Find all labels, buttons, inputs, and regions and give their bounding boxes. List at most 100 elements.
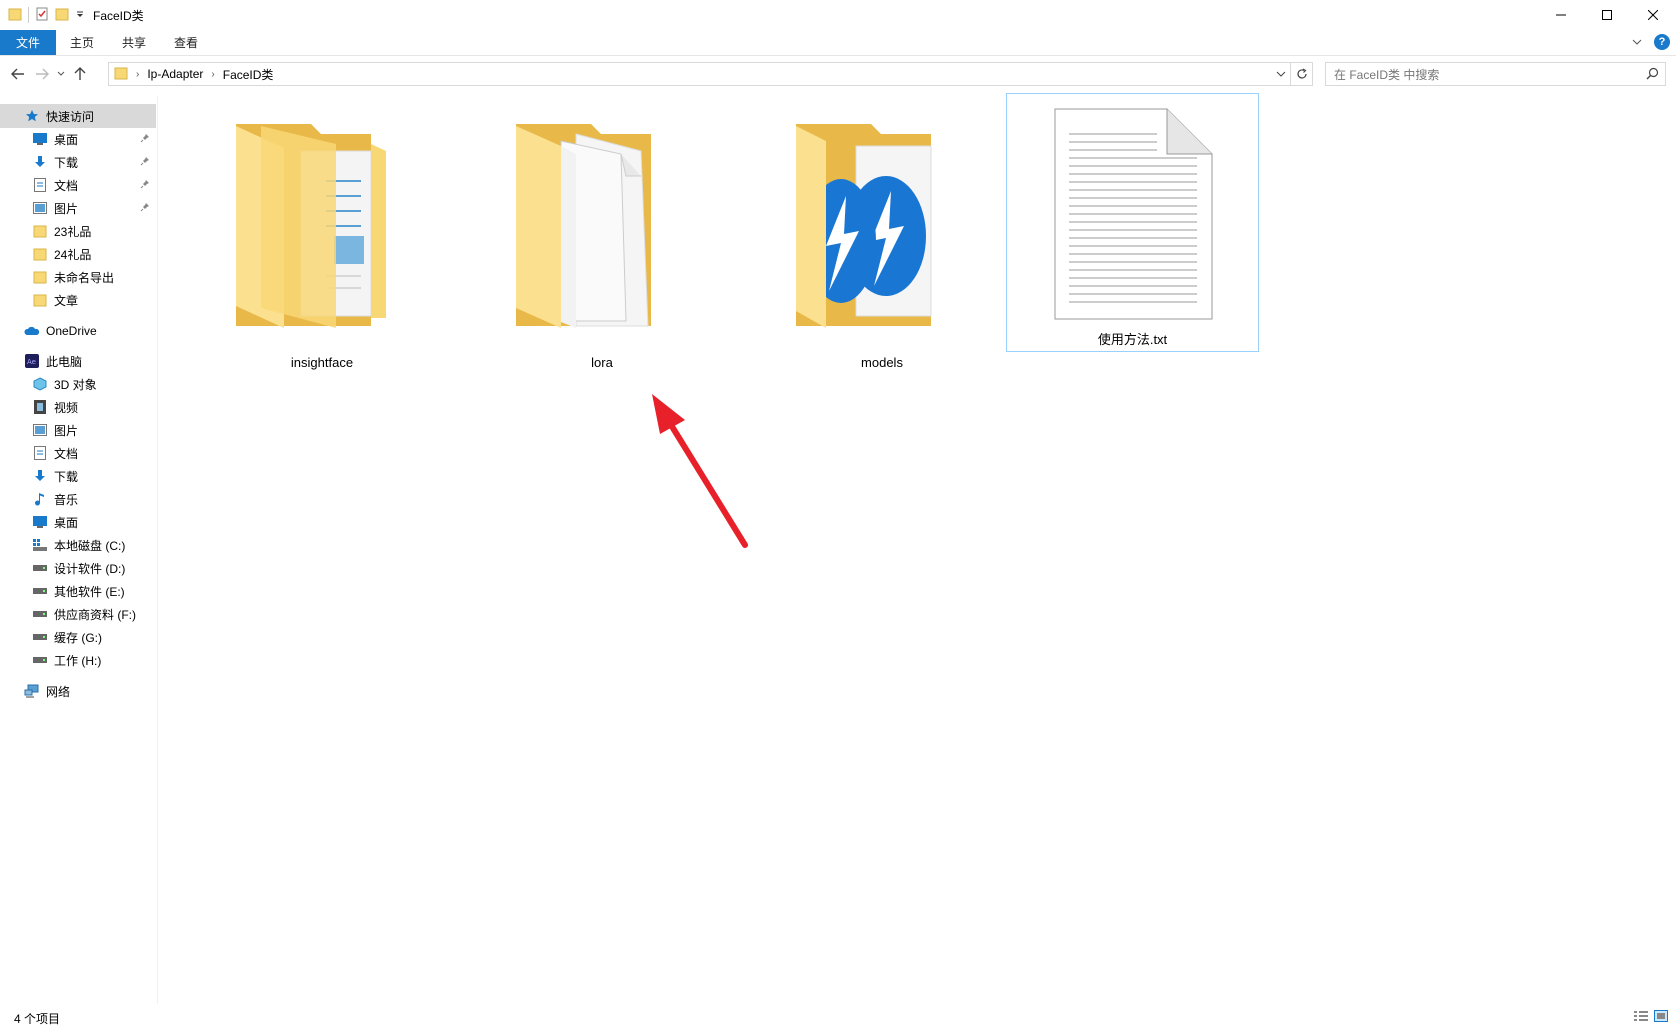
tab-file[interactable]: 文件 xyxy=(0,30,56,55)
pin-icon[interactable] xyxy=(140,132,150,146)
sidebar-item-drive-h[interactable]: 工作 (H:) xyxy=(0,648,156,672)
computer-icon: Ae xyxy=(24,353,40,369)
download-icon xyxy=(32,468,48,484)
close-button[interactable] xyxy=(1630,0,1676,30)
file-item-lora[interactable]: lora xyxy=(466,96,738,374)
refresh-icon xyxy=(1296,68,1307,79)
sidebar-item-quick-access[interactable]: 快速访问 xyxy=(0,104,156,128)
breadcrumb-separator[interactable]: › xyxy=(136,69,139,80)
recent-locations-button[interactable] xyxy=(54,62,68,86)
tab-view[interactable]: 查看 xyxy=(160,30,212,55)
folder-icon xyxy=(796,124,932,328)
file-name: 使用方法.txt xyxy=(1097,332,1168,347)
desktop-icon xyxy=(32,131,48,147)
video-icon xyxy=(32,399,48,415)
sidebar-item-unnamed-export[interactable]: 未命名导出 xyxy=(0,265,156,289)
sidebar-item-this-pc[interactable]: Ae 此电脑 xyxy=(0,349,156,373)
sidebar-item-drive-d[interactable]: 设计软件 (D:) xyxy=(0,556,156,580)
sidebar-item-label: 图片 xyxy=(54,201,79,216)
document-icon xyxy=(32,445,48,461)
sidebar-item-label: 工作 (H:) xyxy=(54,653,102,668)
text-file-icon xyxy=(1054,108,1213,320)
sidebar-item-label: OneDrive xyxy=(46,324,97,338)
sidebar-item-articles[interactable]: 文章 xyxy=(0,288,156,312)
help-icon[interactable]: ? xyxy=(1654,34,1670,50)
large-icons-view-icon[interactable] xyxy=(1654,1010,1668,1025)
sidebar-item-label: 音乐 xyxy=(54,492,79,507)
maximize-button[interactable] xyxy=(1584,0,1630,30)
minimize-button[interactable] xyxy=(1538,0,1584,30)
drive-icon xyxy=(32,652,48,668)
pin-icon[interactable] xyxy=(140,178,150,192)
file-name: models xyxy=(861,355,903,370)
navigation-pane: 快速访问 桌面 下载 文档 图片 23礼品 24礼品 未命名导出 文章 OneD… xyxy=(0,96,158,1004)
breadcrumb-ip-adapter[interactable]: Ip-Adapter xyxy=(147,67,203,81)
back-button[interactable] xyxy=(6,62,30,86)
folder-icon xyxy=(32,269,48,285)
sidebar-item-label: 此电脑 xyxy=(46,354,83,369)
breadcrumb-faceid[interactable]: FaceID类 xyxy=(223,66,274,83)
maximize-icon xyxy=(1602,10,1612,20)
sidebar-item-drive-f[interactable]: 供应商资料 (F:) xyxy=(0,602,156,626)
customize-toolbar-icon[interactable] xyxy=(75,8,85,22)
sidebar-item-network[interactable]: 网络 xyxy=(0,679,156,703)
forward-button[interactable] xyxy=(30,62,54,86)
details-view-icon[interactable] xyxy=(1634,1010,1648,1025)
file-item-models[interactable]: models xyxy=(746,96,1018,374)
file-item-usage-txt[interactable]: 使用方法.txt xyxy=(1006,93,1259,352)
arrow-up-icon xyxy=(74,67,86,80)
system-drive-icon xyxy=(32,537,48,553)
breadcrumb-separator[interactable]: › xyxy=(211,69,214,80)
ribbon-right: ? xyxy=(1632,34,1670,50)
new-folder-icon[interactable] xyxy=(55,7,69,24)
expand-ribbon-icon[interactable] xyxy=(1632,35,1642,49)
sidebar-item-drive-c[interactable]: 本地磁盘 (C:) xyxy=(0,533,156,557)
sidebar-item-desktop[interactable]: 桌面 xyxy=(0,127,156,151)
music-icon xyxy=(32,491,48,507)
sidebar-item-pictures[interactable]: 图片 xyxy=(0,196,156,220)
sidebar-item-23gifts[interactable]: 23礼品 xyxy=(0,219,156,243)
search-input[interactable]: 在 FaceID类 中搜索 xyxy=(1325,62,1666,86)
sidebar-item-label: 设计软件 (D:) xyxy=(54,561,126,576)
search-icon[interactable] xyxy=(1646,67,1659,83)
sidebar-item-pc-downloads[interactable]: 下载 xyxy=(0,464,156,488)
address-dropdown-button[interactable] xyxy=(1272,63,1290,85)
sidebar-item-3d-objects[interactable]: 3D 对象 xyxy=(0,372,156,396)
address-bar[interactable]: › Ip-Adapter › FaceID类 xyxy=(108,62,1313,86)
3d-objects-icon xyxy=(32,376,48,392)
sidebar-item-pc-documents[interactable]: 文档 xyxy=(0,441,156,465)
pin-icon[interactable] xyxy=(140,201,150,215)
file-name: lora xyxy=(591,355,613,370)
folder-icon xyxy=(32,246,48,262)
sidebar-item-drive-g[interactable]: 缓存 (G:) xyxy=(0,625,156,649)
tab-share[interactable]: 共享 xyxy=(108,30,160,55)
sidebar-item-videos[interactable]: 视频 xyxy=(0,395,156,419)
sidebar-item-music[interactable]: 音乐 xyxy=(0,487,156,511)
drive-icon xyxy=(32,606,48,622)
up-button[interactable] xyxy=(68,62,92,86)
arrow-left-icon xyxy=(11,68,24,80)
sidebar-item-documents[interactable]: 文档 xyxy=(0,173,156,197)
tab-home[interactable]: 主页 xyxy=(56,30,108,55)
sidebar-item-24gifts[interactable]: 24礼品 xyxy=(0,242,156,266)
pin-icon[interactable] xyxy=(140,155,150,169)
sidebar-item-label: 文档 xyxy=(54,446,79,461)
sidebar-item-onedrive[interactable]: OneDrive xyxy=(0,319,156,343)
sidebar-item-drive-e[interactable]: 其他软件 (E:) xyxy=(0,579,156,603)
cloud-icon xyxy=(24,323,40,339)
refresh-button[interactable] xyxy=(1290,63,1312,85)
sidebar-item-downloads[interactable]: 下载 xyxy=(0,150,156,174)
file-item-insightface[interactable]: insightface xyxy=(186,96,458,374)
properties-icon[interactable] xyxy=(35,7,49,24)
sidebar-item-label: 本地磁盘 (C:) xyxy=(54,538,126,553)
pictures-icon xyxy=(32,200,48,216)
chevron-down-icon xyxy=(1276,71,1286,77)
sidebar-item-pc-pictures[interactable]: 图片 xyxy=(0,418,156,442)
sidebar-item-pc-desktop[interactable]: 桌面 xyxy=(0,510,156,534)
sidebar-item-label: 视频 xyxy=(54,400,79,415)
sidebar-item-label: 图片 xyxy=(54,423,79,438)
quick-access-toolbar xyxy=(0,7,85,24)
navigation-bar: › Ip-Adapter › FaceID类 在 FaceID类 中搜索 xyxy=(0,56,1676,92)
star-icon xyxy=(24,108,40,124)
status-bar: 4 个项目 xyxy=(0,1004,1676,1032)
